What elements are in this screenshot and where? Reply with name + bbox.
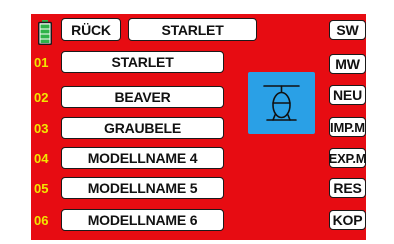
export-model-button[interactable]: EXP.M (329, 148, 366, 168)
model-number: 02 (34, 89, 49, 105)
back-button[interactable]: RÜCK (61, 18, 121, 41)
model-number: 01 (34, 54, 49, 70)
model-slot-button[interactable]: GRAUBELE (61, 117, 224, 139)
model-slot-button[interactable]: MODELLNAME 6 (61, 209, 224, 231)
current-model-button[interactable]: STARLET (128, 18, 257, 41)
new-button[interactable]: NEU (329, 85, 366, 105)
reset-button[interactable]: RES (329, 178, 366, 198)
model-number: 05 (34, 180, 49, 196)
helicopter-icon (263, 85, 300, 121)
copy-button[interactable]: KOP (329, 210, 366, 230)
model-slot-button[interactable]: MODELLNAME 5 (61, 177, 224, 199)
battery-icon (38, 20, 52, 45)
model-type-indicator (248, 72, 315, 134)
model-number: 04 (34, 150, 49, 166)
import-model-button[interactable]: IMP.M (329, 117, 366, 137)
model-number: 06 (34, 212, 49, 228)
sw-button[interactable]: SW (329, 20, 366, 40)
model-slot-button[interactable]: STARLET (61, 51, 224, 73)
mw-button[interactable]: MW (329, 54, 366, 74)
model-select-screen: RÜCK STARLET 01 STARLET 02 BEAVER 03 GRA… (31, 14, 366, 240)
model-slot-button[interactable]: BEAVER (61, 86, 224, 108)
model-slot-button[interactable]: MODELLNAME 4 (61, 147, 224, 169)
model-number: 03 (34, 120, 49, 136)
